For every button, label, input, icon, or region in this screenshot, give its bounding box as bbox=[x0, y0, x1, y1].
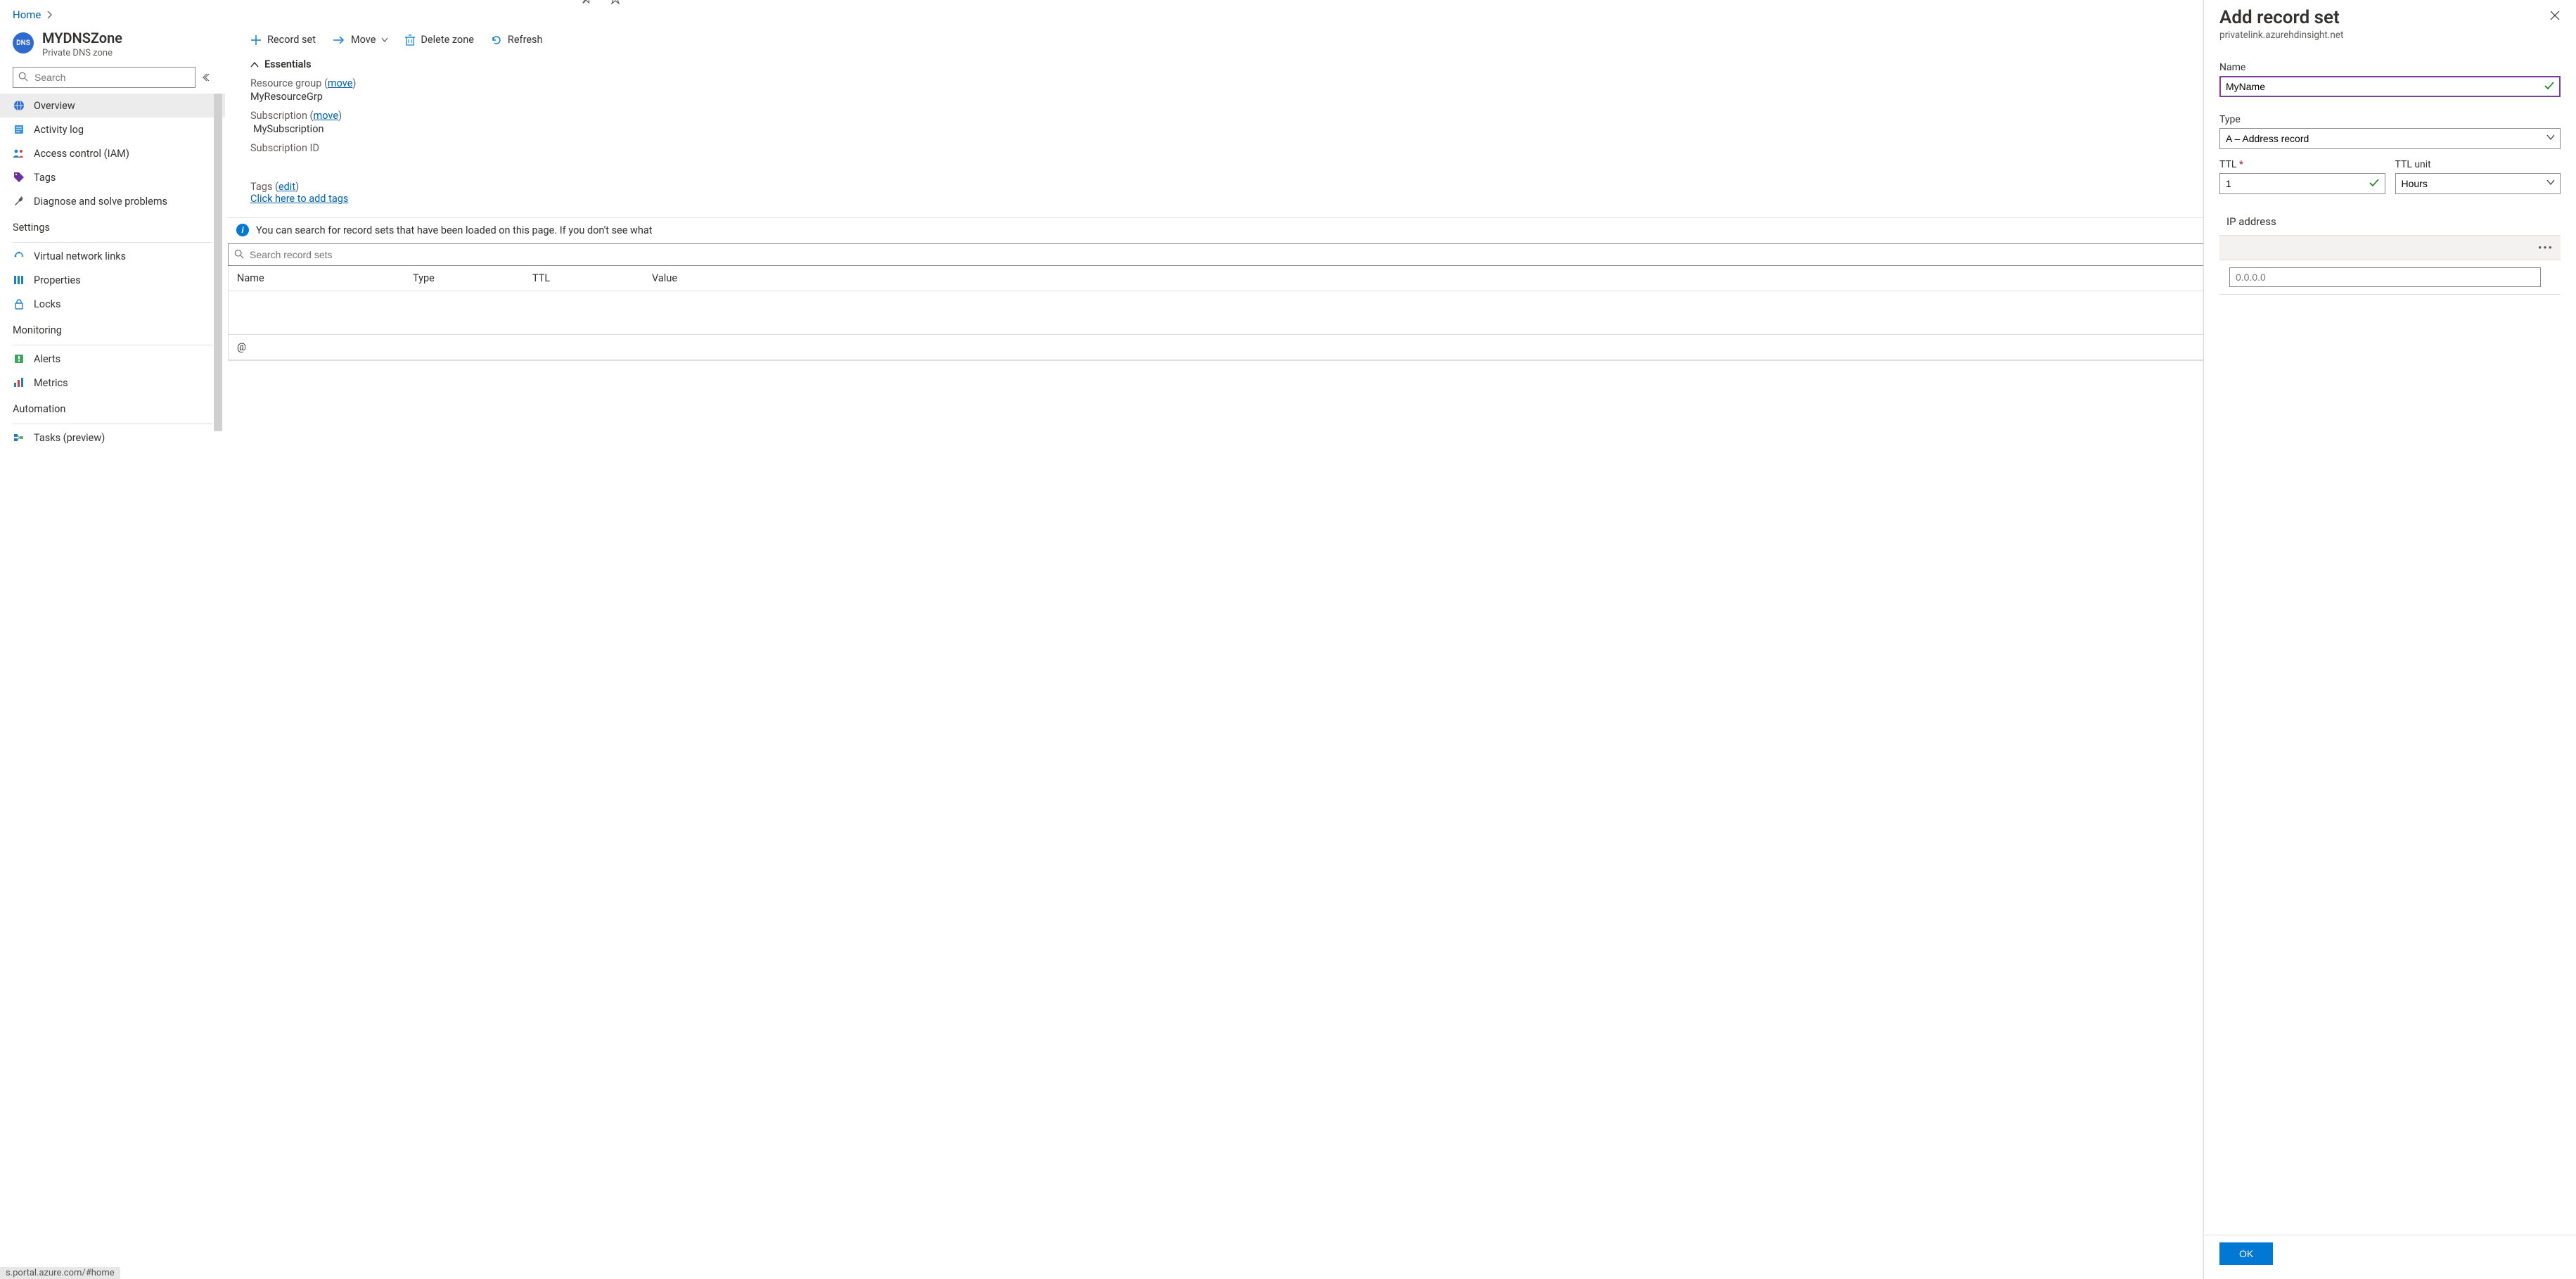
nav-heading-settings: Settings bbox=[0, 213, 225, 236]
add-record-set-blade: Add record set privatelink.azurehdinsigh… bbox=[2203, 0, 2576, 1279]
trash-icon bbox=[405, 34, 415, 46]
nav-access-control[interactable]: Access control (IAM) bbox=[0, 141, 225, 165]
name-label: Name bbox=[2219, 62, 2561, 73]
ttl-unit-select[interactable]: Hours bbox=[2395, 173, 2561, 194]
ttl-unit-label: TTL unit bbox=[2395, 159, 2561, 170]
type-label: Type bbox=[2219, 114, 2561, 125]
breadcrumb-home[interactable]: Home bbox=[13, 8, 41, 21]
resource-header-actions: ··· bbox=[581, 0, 646, 5]
check-icon bbox=[2369, 177, 2380, 189]
nav-label: Tags bbox=[34, 172, 56, 184]
check-icon bbox=[2544, 80, 2555, 91]
move-button[interactable]: Move bbox=[333, 34, 388, 46]
divider bbox=[13, 242, 212, 243]
nav-label: Overview bbox=[34, 100, 75, 112]
header-type[interactable]: Type bbox=[404, 266, 524, 291]
plus-icon bbox=[250, 34, 262, 46]
resource-title: MYDNSZone bbox=[42, 30, 122, 46]
properties-icon bbox=[13, 274, 25, 286]
left-navigation: DNS MYDNSZone Private DNS zone bbox=[0, 24, 225, 1279]
header-name[interactable]: Name bbox=[229, 266, 404, 291]
blade-subtitle: privatelink.azurehdinsight.net bbox=[2219, 30, 2343, 41]
nav-search-input[interactable] bbox=[13, 67, 196, 88]
chevron-down-icon bbox=[381, 37, 388, 43]
ttl-label: TTL * bbox=[2219, 159, 2385, 170]
log-icon bbox=[13, 123, 25, 136]
more-icon[interactable]: ••• bbox=[2538, 241, 2553, 254]
nav-label: Locks bbox=[34, 298, 61, 310]
lock-icon bbox=[13, 298, 25, 310]
ttl-input[interactable] bbox=[2219, 173, 2385, 194]
nav-label: Diagnose and solve problems bbox=[34, 196, 167, 208]
delete-zone-button[interactable]: Delete zone bbox=[405, 34, 474, 46]
resource-header: DNS MYDNSZone Private DNS zone bbox=[0, 24, 225, 63]
resource-subtitle: Private DNS zone bbox=[42, 48, 122, 58]
add-record-set-button[interactable]: Record set bbox=[250, 34, 316, 46]
name-input[interactable] bbox=[2219, 76, 2561, 97]
globe-icon bbox=[13, 99, 25, 112]
status-url: s.portal.azure.com/#home bbox=[0, 1267, 120, 1279]
ip-address-input[interactable] bbox=[2229, 267, 2541, 287]
arrow-right-icon bbox=[333, 35, 345, 45]
subscription-move-link[interactable]: move bbox=[314, 110, 339, 122]
nav-heading-automation: Automation bbox=[0, 395, 225, 418]
refresh-button[interactable]: Refresh bbox=[491, 34, 543, 46]
nav-scrollbar[interactable] bbox=[214, 94, 222, 431]
star-icon[interactable] bbox=[609, 0, 622, 5]
refresh-icon bbox=[491, 34, 502, 46]
toolbar-label: Move bbox=[351, 34, 376, 46]
metrics-icon bbox=[13, 376, 25, 389]
nav-tasks[interactable]: Tasks (preview) bbox=[0, 426, 225, 450]
nav-diagnose[interactable]: Diagnose and solve problems bbox=[0, 189, 225, 213]
breadcrumb: Home bbox=[0, 0, 2576, 24]
nav-label: Tasks (preview) bbox=[34, 432, 105, 444]
nav-alerts[interactable]: Alerts bbox=[0, 347, 225, 371]
nav-activity-log[interactable]: Activity log bbox=[0, 117, 225, 141]
info-text: You can search for record sets that have… bbox=[256, 224, 653, 236]
nav-heading-monitoring: Monitoring bbox=[0, 316, 225, 339]
people-icon bbox=[13, 147, 25, 160]
nav-label: Activity log bbox=[34, 124, 84, 136]
header-ttl[interactable]: TTL bbox=[524, 266, 643, 291]
ok-button[interactable]: OK bbox=[2219, 1242, 2273, 1265]
nav-label: Metrics bbox=[34, 377, 68, 389]
ip-address-label: IP address bbox=[2226, 215, 2276, 228]
nav-locks[interactable]: Locks bbox=[0, 292, 225, 316]
nav-overview[interactable]: Overview bbox=[0, 94, 225, 117]
nav-label: Virtual network links bbox=[34, 250, 126, 262]
nav-properties[interactable]: Properties bbox=[0, 268, 225, 292]
tags-edit-link[interactable]: edit bbox=[278, 181, 295, 193]
wrench-icon bbox=[13, 195, 25, 208]
search-icon bbox=[234, 249, 244, 259]
network-icon bbox=[13, 250, 25, 262]
close-blade-button[interactable] bbox=[2549, 7, 2561, 21]
resource-group-move-link[interactable]: move bbox=[328, 77, 353, 89]
chevron-right-icon bbox=[46, 11, 53, 19]
type-select[interactable]: A – Address record bbox=[2219, 128, 2561, 149]
essentials-heading: Essentials bbox=[264, 58, 312, 70]
nav-label: Properties bbox=[34, 274, 81, 286]
more-icon[interactable]: ··· bbox=[637, 0, 646, 5]
collapse-nav-button[interactable] bbox=[203, 72, 212, 82]
nav-tags[interactable]: Tags bbox=[0, 165, 225, 189]
dns-zone-icon: DNS bbox=[13, 32, 34, 53]
info-icon: i bbox=[236, 224, 249, 236]
ip-grid-header: ••• bbox=[2219, 235, 2561, 260]
alerts-icon bbox=[13, 352, 25, 365]
nav-label: Alerts bbox=[34, 353, 60, 365]
blade-title: Add record set bbox=[2219, 7, 2343, 28]
chevron-up-icon bbox=[250, 61, 259, 68]
nav-metrics[interactable]: Metrics bbox=[0, 371, 225, 395]
tag-icon bbox=[13, 171, 25, 184]
add-tags-link[interactable]: Click here to add tags bbox=[250, 193, 348, 205]
pin-icon[interactable] bbox=[581, 0, 594, 5]
toolbar-label: Refresh bbox=[508, 34, 543, 46]
tasks-icon bbox=[13, 431, 25, 444]
toolbar-label: Record set bbox=[267, 34, 316, 46]
search-icon bbox=[18, 72, 28, 82]
nav-label: Access control (IAM) bbox=[34, 148, 129, 160]
record-name-cell: @ bbox=[229, 335, 404, 359]
nav-virtual-network-links[interactable]: Virtual network links bbox=[0, 244, 225, 268]
toolbar-label: Delete zone bbox=[421, 34, 474, 46]
